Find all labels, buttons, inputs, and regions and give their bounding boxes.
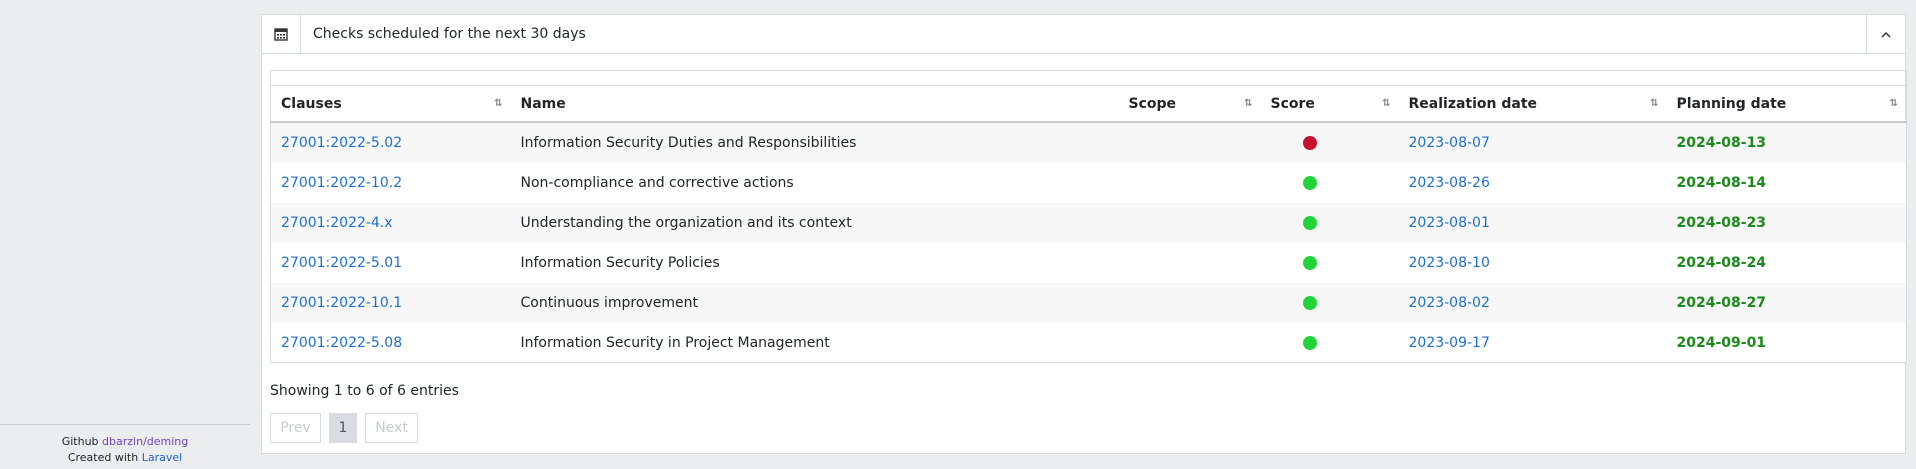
column-header-planning-date[interactable]: Planning date ⇅	[1666, 85, 1907, 123]
card-title: Checks scheduled for the next 30 days	[313, 26, 586, 42]
github-prefix: Github	[61, 435, 99, 448]
checks-table: Clauses ⇅ Name Scope ⇅ Score ⇅ Realization …	[270, 85, 1907, 363]
scope-cell	[1118, 203, 1261, 243]
github-link[interactable]: dbarzin/deming	[102, 435, 188, 448]
table-header-row: Clauses ⇅ Name Scope ⇅ Score ⇅ Realization …	[270, 85, 1907, 123]
table-row: 27001:2022-5.02 Information Security Dut…	[270, 122, 1907, 163]
column-header-realization-date[interactable]: Realization date ⇅	[1398, 85, 1667, 123]
planning-date: 2024-08-24	[1666, 243, 1907, 283]
github-line: Github dbarzin/deming	[0, 434, 250, 450]
sort-icon: ⇅	[1382, 98, 1391, 109]
sort-icon: ⇅	[1244, 98, 1253, 109]
realization-date-link[interactable]: 2023-08-07	[1409, 135, 1490, 151]
created-prefix: Created with	[67, 451, 139, 464]
table-top-bar	[270, 70, 1907, 85]
check-name: Information Security Duties and Responsi…	[510, 122, 1119, 163]
table-row: 27001:2022-5.08 Information Security in …	[270, 323, 1907, 363]
clause-link[interactable]: 27001:2022-5.01	[281, 255, 402, 271]
scheduled-checks-card: Checks scheduled for the next 30 days Cl…	[261, 14, 1907, 454]
check-name: Information Security in Project Manageme…	[510, 323, 1119, 363]
column-header-name[interactable]: Name	[510, 85, 1119, 123]
planning-date: 2024-08-13	[1666, 122, 1907, 163]
column-header-clauses[interactable]: Clauses ⇅	[270, 85, 511, 123]
scope-cell	[1118, 122, 1261, 163]
realization-date-link[interactable]: 2023-08-02	[1409, 295, 1490, 311]
planning-date: 2024-08-27	[1666, 283, 1907, 323]
clause-link[interactable]: 27001:2022-10.2	[281, 175, 402, 191]
happy-face-icon	[1302, 176, 1317, 190]
sort-icon: ⇅	[1889, 98, 1899, 109]
planning-date: 2024-08-14	[1666, 163, 1907, 203]
chevron-up-icon[interactable]	[1866, 15, 1905, 53]
sort-icon: ⇅	[494, 98, 503, 109]
check-name: Continuous improvement	[510, 283, 1119, 323]
planning-date: 2024-08-23	[1666, 203, 1907, 243]
scope-cell	[1118, 243, 1261, 283]
check-name: Information Security Policies	[510, 243, 1119, 283]
happy-face-icon	[1302, 296, 1317, 310]
scope-cell	[1118, 163, 1261, 203]
check-name: Non-compliance and corrective actions	[510, 163, 1119, 203]
clause-link[interactable]: 27001:2022-5.08	[281, 335, 402, 351]
card-header: Checks scheduled for the next 30 days	[262, 15, 1905, 54]
realization-date-link[interactable]: 2023-08-10	[1409, 255, 1490, 271]
sidebar-footer: Github dbarzin/deming Created with Larav…	[0, 424, 250, 466]
happy-face-icon	[1302, 335, 1317, 350]
happy-face-icon	[1302, 216, 1317, 230]
table-row: 27001:2022-10.2 Non-compliance and corre…	[270, 163, 1907, 203]
page-1-button[interactable]: 1	[329, 413, 357, 443]
realization-date-link[interactable]: 2023-08-01	[1409, 215, 1490, 231]
realization-date-link[interactable]: 2023-08-26	[1409, 175, 1490, 191]
clause-link[interactable]: 27001:2022-5.02	[281, 135, 402, 151]
realization-date-link[interactable]: 2023-09-17	[1409, 335, 1490, 351]
created-line: Created with Laravel	[0, 450, 250, 466]
sort-icon: ⇅	[1650, 98, 1659, 109]
column-header-scope[interactable]: Scope ⇅	[1118, 85, 1261, 123]
happy-face-icon	[1302, 256, 1317, 270]
column-header-score[interactable]: Score ⇅	[1260, 85, 1399, 123]
table-row: 27001:2022-4.x Understanding the organiz…	[270, 203, 1907, 243]
table-row: 27001:2022-10.1 Continuous improvement 2…	[270, 283, 1907, 323]
calendar-icon	[262, 15, 301, 53]
laravel-link[interactable]: Laravel	[142, 451, 182, 464]
check-name: Understanding the organization and its c…	[510, 203, 1119, 243]
table-info: Showing 1 to 6 of 6 entries	[270, 383, 459, 399]
table-row: 27001:2022-5.01 Information Security Pol…	[270, 243, 1907, 283]
sad-face-icon	[1302, 136, 1317, 150]
prev-button[interactable]: Prev	[270, 413, 321, 443]
pagination: Prev 1 Next	[270, 413, 418, 443]
scope-cell	[1118, 323, 1261, 363]
clause-link[interactable]: 27001:2022-10.1	[281, 295, 402, 311]
planning-date: 2024-09-01	[1666, 323, 1907, 363]
next-button[interactable]: Next	[365, 413, 418, 443]
scope-cell	[1118, 283, 1261, 323]
clause-link[interactable]: 27001:2022-4.x	[281, 215, 393, 231]
table-wrapper: Clauses ⇅ Name Scope ⇅ Score ⇅ Realization …	[270, 70, 1907, 363]
